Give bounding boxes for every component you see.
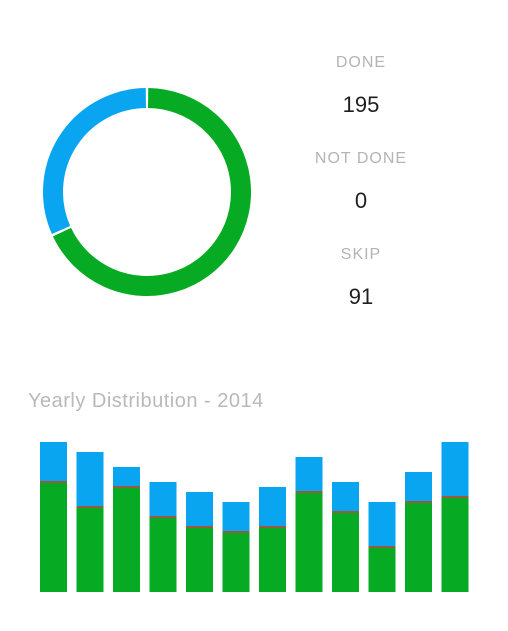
skip-bar	[76, 452, 104, 507]
done-bar	[441, 497, 469, 592]
skip-bar	[295, 457, 323, 492]
bar-group	[332, 482, 359, 592]
bar-divider	[405, 501, 432, 503]
yearly-distribution-bar-chart	[40, 442, 469, 592]
skip-bar	[368, 502, 396, 547]
done-bar	[368, 547, 396, 592]
bar-group	[76, 452, 104, 592]
bar-divider	[441, 496, 469, 498]
bar-divider	[222, 531, 250, 533]
bar-group	[405, 472, 432, 592]
skip-bar	[186, 492, 213, 527]
bar-divider	[76, 506, 104, 508]
bar-divider	[149, 516, 177, 518]
bar-group	[368, 502, 396, 592]
bar-group	[186, 492, 213, 592]
done-bar	[186, 527, 213, 592]
done-bar	[149, 517, 177, 592]
skip-bar	[40, 442, 67, 482]
done-bar	[222, 532, 250, 592]
bar-group	[441, 442, 469, 592]
done-bar	[76, 507, 104, 592]
bar-divider	[40, 481, 67, 483]
done-bar	[405, 502, 432, 592]
bar-group	[222, 502, 250, 592]
skip-bar	[405, 472, 432, 502]
skip-bar	[259, 487, 286, 527]
bar-divider	[186, 526, 213, 528]
bar-divider	[368, 546, 396, 548]
skip-bar	[149, 482, 177, 517]
done-bar	[259, 527, 286, 592]
bar-divider	[259, 526, 286, 528]
bar-group	[259, 487, 286, 592]
skip-bar	[332, 482, 359, 512]
skip-bar	[113, 467, 140, 487]
bar-group	[113, 467, 140, 592]
bar-divider	[295, 491, 323, 493]
bar-divider	[332, 511, 359, 513]
bar-group	[295, 457, 323, 592]
done-bar	[295, 492, 323, 592]
done-bar	[113, 487, 140, 592]
done-bar	[332, 512, 359, 592]
skip-bar	[222, 502, 250, 532]
bar-divider	[113, 486, 140, 488]
skip-bar	[441, 442, 469, 497]
bar-group	[149, 482, 177, 592]
bar-group	[40, 442, 67, 592]
done-bar	[40, 482, 67, 592]
